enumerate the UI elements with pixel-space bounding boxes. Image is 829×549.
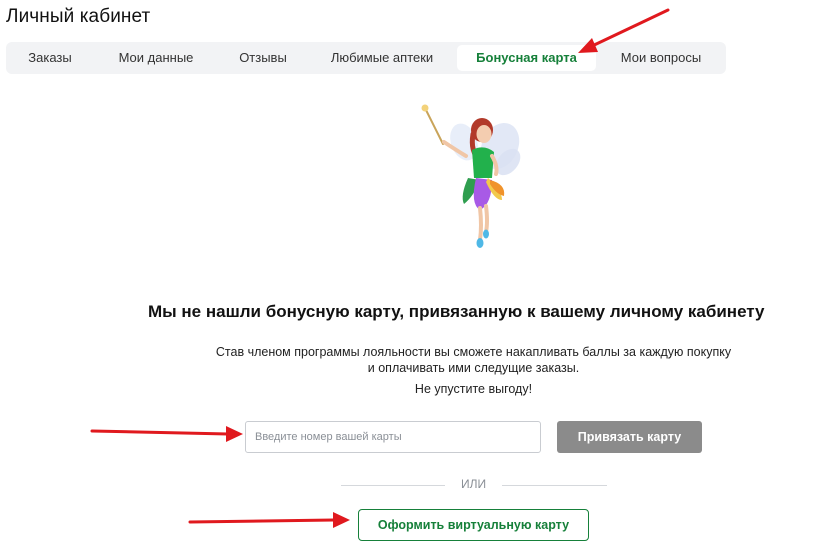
arrow-head-card-input	[226, 426, 243, 442]
tabs-bar: Заказы Мои данные Отзывы Любимые аптеки …	[6, 42, 726, 74]
page-title: Личный кабинет	[6, 6, 151, 27]
loyalty-description-line-2: и оплачивать ими следущие заказы.	[367, 361, 580, 375]
arrow-to-card-input	[90, 429, 230, 436]
tab-reviews[interactable]: Отзывы	[220, 45, 306, 71]
arrow-to-virtual-card	[188, 518, 336, 524]
annotation-arrows	[90, 8, 670, 528]
divider-left	[341, 485, 445, 486]
loyalty-description-line-3: Не упустите выгоду!	[414, 382, 533, 396]
arrow-head-virtual-card	[333, 512, 350, 528]
tab-favorite-pharmacies[interactable]: Любимые аптеки	[312, 45, 452, 71]
tab-my-questions[interactable]: Мои вопросы	[602, 45, 720, 71]
tab-orders[interactable]: Заказы	[6, 45, 94, 71]
or-separator: ИЛИ	[460, 477, 487, 491]
fairy-illustration	[421, 104, 521, 248]
card-number-input[interactable]	[245, 421, 541, 453]
divider-right	[502, 485, 607, 486]
create-virtual-card-button[interactable]: Оформить виртуальную карту	[358, 509, 589, 541]
not-found-headline: Мы не нашли бонусную карту, привязанную …	[148, 302, 765, 321]
loyalty-description-line-1: Став членом программы лояльности вы смож…	[215, 345, 732, 359]
bind-card-button[interactable]: Привязать карту	[557, 421, 702, 453]
tab-my-data[interactable]: Мои данные	[102, 45, 210, 71]
tab-bonus-card[interactable]: Бонусная карта	[457, 45, 596, 71]
